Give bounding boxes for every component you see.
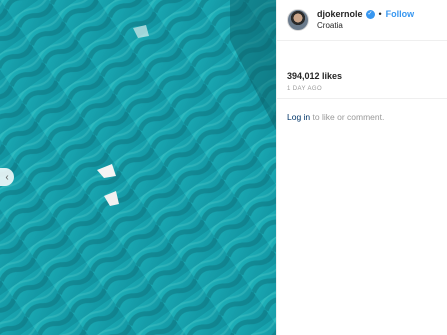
follow-button[interactable]: Follow — [386, 9, 415, 20]
post-side-panel: djokernole ✓ • Follow Croatia 394,012 li… — [276, 0, 447, 335]
location-link[interactable]: Croatia — [317, 20, 414, 31]
separator-dot: • — [378, 9, 382, 19]
divider — [277, 98, 447, 99]
post-photo[interactable]: ‹ — [0, 0, 276, 335]
header-text: djokernole ✓ • Follow Croatia — [317, 9, 414, 31]
verified-badge-icon: ✓ — [365, 10, 375, 19]
user-row: djokernole ✓ • Follow — [317, 9, 414, 20]
login-prompt-text: to like or comment. — [310, 112, 385, 122]
avatar[interactable] — [287, 9, 309, 31]
login-link[interactable]: Log in — [287, 112, 310, 122]
login-prompt: Log in to like or comment. — [287, 112, 384, 122]
aerial-sea-image — [0, 0, 276, 335]
chevron-left-icon: ‹ — [5, 171, 9, 183]
post-header: djokernole ✓ • Follow Croatia — [277, 0, 447, 41]
post-timestamp: 1 DAY AGO — [287, 86, 323, 92]
likes-count[interactable]: 394,012 likes — [287, 71, 342, 81]
username-link[interactable]: djokernole — [317, 9, 363, 20]
